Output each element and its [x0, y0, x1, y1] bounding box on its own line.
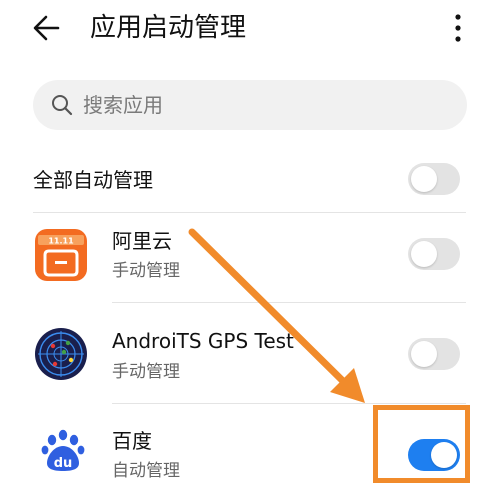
more-vertical-icon	[455, 14, 461, 42]
app-status: 自动管理	[112, 461, 180, 481]
app-toggle-gps-test[interactable]	[408, 338, 460, 370]
search-icon	[52, 95, 73, 116]
divider	[112, 403, 466, 404]
page-title: 应用启动管理	[90, 13, 247, 43]
more-options-button[interactable]	[448, 10, 468, 46]
search-input[interactable]	[83, 80, 443, 130]
app-name: 百度	[112, 429, 152, 453]
app-toggle-baidu[interactable]	[408, 439, 460, 471]
baidu-paw-icon: du	[41, 429, 85, 471]
divider	[33, 212, 466, 213]
toggle-knob	[411, 341, 437, 367]
toggle-knob	[411, 166, 437, 192]
search-bar[interactable]	[33, 80, 467, 130]
app-name: 阿里云	[112, 229, 172, 253]
app-status: 手动管理	[112, 261, 180, 281]
all-auto-manage-toggle[interactable]	[408, 163, 460, 195]
app-bar: 应用启动管理	[0, 0, 500, 60]
app-status: 手动管理	[112, 362, 180, 382]
all-auto-manage-label: 全部自动管理	[33, 168, 153, 192]
svg-text:11.11: 11.11	[48, 237, 74, 246]
back-button[interactable]	[30, 10, 70, 46]
arrow-left-icon	[33, 15, 60, 41]
divider	[112, 302, 466, 303]
aliyun-icon: 11.11	[35, 229, 87, 281]
toggle-knob	[431, 442, 457, 468]
toggle-knob	[411, 241, 437, 267]
app-toggle-aliyun[interactable]	[408, 238, 460, 270]
app-name: AndroiTS GPS Test	[112, 329, 294, 353]
baidu-icon-text: du	[54, 456, 73, 471]
gps-radar-icon	[35, 328, 87, 380]
